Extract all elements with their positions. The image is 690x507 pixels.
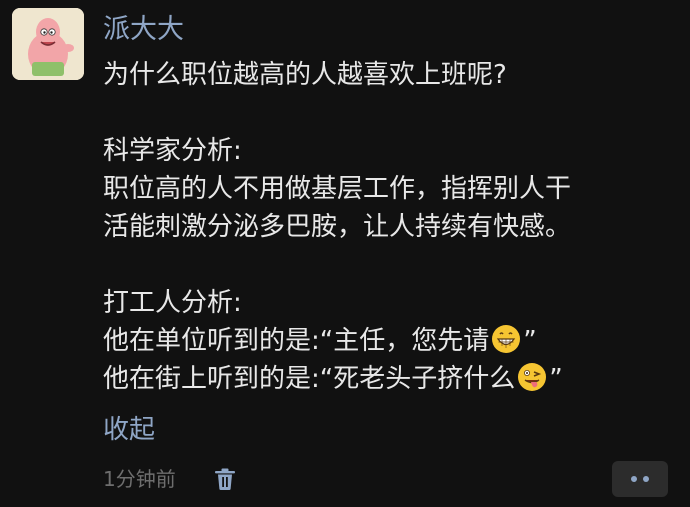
grinning-emoji-icon — [490, 323, 522, 355]
post-line: 打工人分析: — [103, 288, 242, 318]
post-line-text: ” — [549, 364, 563, 394]
post-timestamp: 1分钟前 — [103, 467, 176, 491]
author-name[interactable]: 派大大 — [103, 10, 184, 50]
post-line-with-emoji: 他在单位听到的是:“主任，您先请 ” — [103, 322, 683, 360]
patrick-avatar-icon — [12, 8, 84, 80]
collapse-link[interactable]: 收起 — [103, 411, 155, 449]
avatar[interactable] — [12, 8, 84, 80]
post-line-text: 他在街上听到的是:“死老头子挤什么 — [103, 364, 516, 394]
post-line-text: ” — [523, 326, 537, 356]
more-dots-icon — [631, 476, 637, 482]
trash-icon — [215, 468, 235, 490]
zany-tongue-emoji-icon — [516, 361, 548, 393]
post-line: 活能刺激分泌多巴胺，让人持续有快感。 — [103, 212, 572, 242]
post-line-text: 他在单位听到的是:“主任，您先请 — [103, 326, 490, 356]
post-line-with-emoji: 他在街上听到的是:“死老头子挤什么 ” — [103, 360, 683, 398]
delete-button[interactable] — [212, 466, 238, 492]
post-line: 为什么职位越高的人越喜欢上班呢? — [103, 60, 507, 90]
post-content: 为什么职位越高的人越喜欢上班呢? 科学家分析: 职位高的人不用做基层工作，指挥别… — [103, 56, 683, 398]
post-line: 职位高的人不用做基层工作，指挥别人干 — [103, 174, 572, 204]
post-line: 科学家分析: — [103, 136, 242, 166]
more-dots-icon — [643, 476, 649, 482]
more-options-button[interactable] — [612, 461, 668, 497]
